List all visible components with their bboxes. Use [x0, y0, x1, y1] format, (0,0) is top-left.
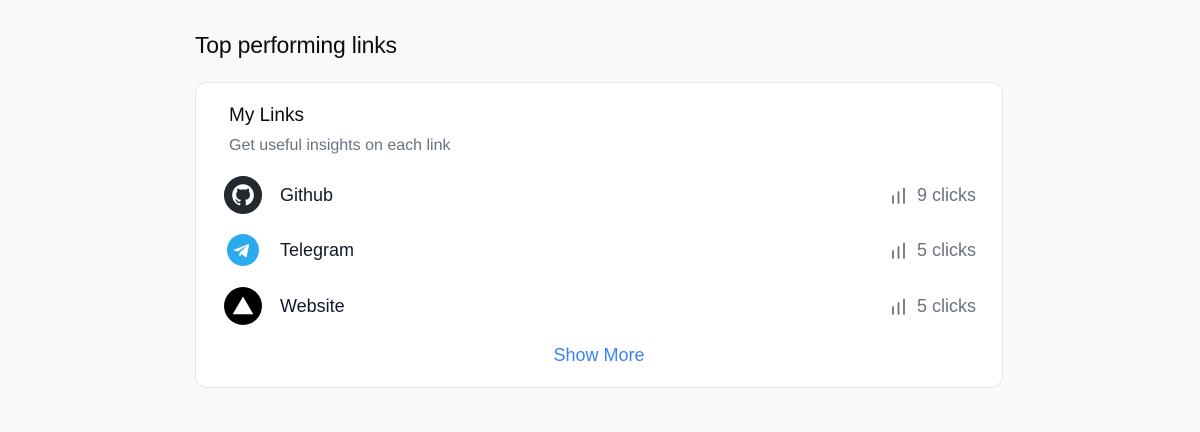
link-stats: 5 clicks	[890, 296, 976, 317]
link-row-github[interactable]: Github 9 clicks	[224, 175, 976, 215]
link-left: Telegram	[224, 231, 354, 269]
github-icon	[224, 176, 262, 214]
bar-chart-icon	[890, 242, 907, 259]
link-name: Telegram	[280, 239, 355, 260]
link-left: Github	[224, 176, 333, 214]
click-count: 5 clicks	[916, 295, 976, 316]
link-row-telegram[interactable]: Telegram 5 clicks	[224, 230, 976, 270]
telegram-icon	[224, 231, 262, 269]
links-card: My Links Get useful insights on each lin…	[195, 82, 1003, 388]
link-stats: 5 clicks	[890, 240, 976, 261]
link-stats: 9 clicks	[890, 185, 976, 206]
card-subtitle: Get useful insights on each link	[229, 137, 451, 154]
bar-chart-icon	[890, 298, 907, 315]
click-count: 5 clicks	[916, 239, 976, 260]
show-more-button[interactable]: Show More	[196, 345, 1002, 366]
link-name: Website	[280, 295, 345, 316]
section-title: Top performing links	[195, 32, 397, 58]
link-left: Website	[224, 287, 345, 325]
website-icon	[224, 287, 262, 325]
click-count: 9 clicks	[916, 184, 976, 205]
link-name: Github	[280, 184, 334, 205]
card-title: My Links	[229, 105, 304, 126]
link-row-website[interactable]: Website 5 clicks	[224, 286, 976, 326]
bar-chart-icon	[890, 187, 907, 204]
